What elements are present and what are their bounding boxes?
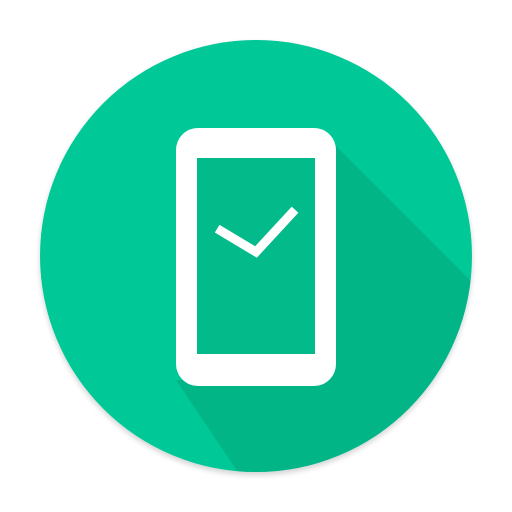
app-icon	[0, 0, 512, 512]
phone-check-icon	[40, 40, 472, 472]
